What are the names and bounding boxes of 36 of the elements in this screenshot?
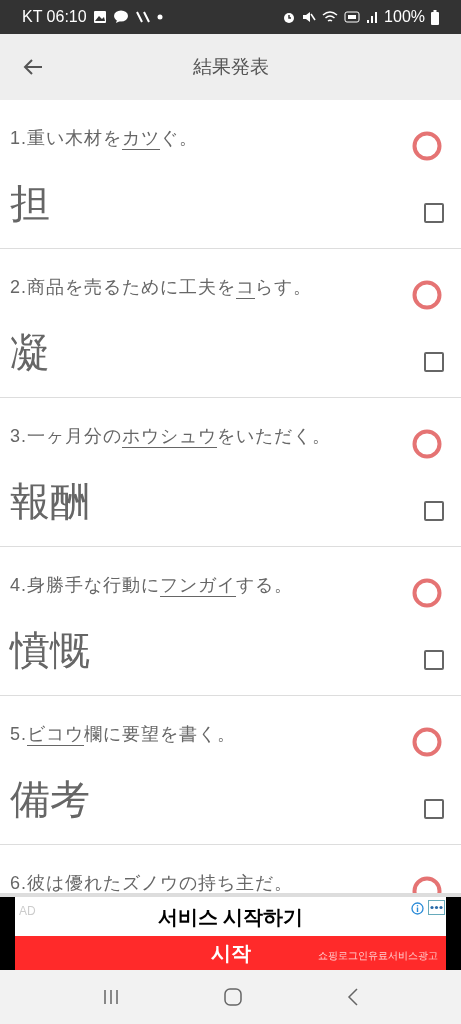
mute-icon	[302, 10, 317, 24]
question-text: 1.重い木材を カツ ぐ。	[10, 127, 198, 150]
signal-icon	[366, 10, 379, 24]
screen-title: 結果発表	[191, 54, 270, 79]
chat-icon	[112, 10, 129, 24]
answer-text: 憤慨	[10, 627, 90, 674]
answer-text: 凝	[10, 329, 50, 376]
checkbox[interactable]	[424, 203, 444, 223]
answer-text: 担	[10, 180, 50, 227]
more-options-icon[interactable]	[428, 900, 445, 915]
checkbox[interactable]	[424, 352, 444, 372]
answer-text: 備考	[10, 776, 90, 823]
question-text: 3.一ヶ月分のホウシュウ をいただく。	[10, 425, 331, 448]
question-text: 4.身勝手な行動に フンガイする。	[10, 574, 293, 597]
battery-level: 100%	[384, 7, 425, 27]
checkbox[interactable]	[424, 501, 444, 521]
recent-apps-icon[interactable]	[102, 989, 121, 1005]
ad-headline: 서비스 시작하기	[157, 904, 304, 930]
image-icon	[92, 10, 107, 24]
back-arrow-icon	[23, 58, 43, 76]
question-text: 2.商品を売るために工夫を コ らす。	[10, 276, 312, 299]
dot-icon	[156, 14, 163, 20]
wifi-icon	[322, 10, 339, 24]
status-time: KT 06:10	[22, 7, 87, 27]
back-icon[interactable]	[346, 988, 359, 1006]
info-icon[interactable]	[411, 902, 424, 915]
answer-text: 報酬	[10, 478, 90, 525]
checkbox[interactable]	[424, 650, 444, 670]
checkbox[interactable]	[424, 799, 444, 819]
question-text: 6.彼は優れた ズノウの持ち主だ。	[10, 872, 293, 893]
home-icon[interactable]	[224, 988, 243, 1006]
ad-button-label[interactable]: 시작	[210, 938, 251, 968]
alarm-icon	[282, 10, 297, 24]
question-text: 5.ビコウ欄に要望を書く。	[10, 723, 236, 746]
battery-icon	[431, 9, 439, 25]
ad-disclaimer: 쇼핑로그인유료서비스광고	[318, 949, 438, 963]
